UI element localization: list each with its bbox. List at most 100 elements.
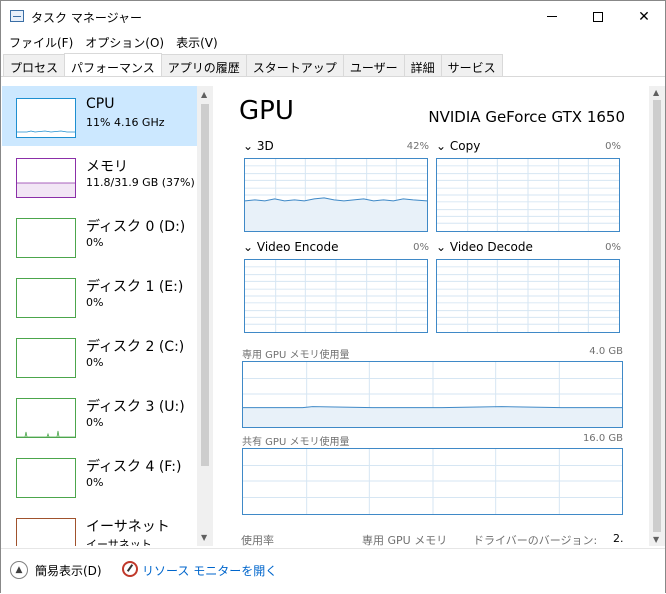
sidebar-item-value: 0% [86,356,104,369]
chevron-down-icon: ⌄ [243,240,254,254]
window-title: タスク マネージャー [31,11,142,25]
maximize-icon [593,11,603,22]
detail-panel-scrollbar[interactable]: ▲ ▼ [649,86,665,546]
menu-options[interactable]: オプション(O) [79,32,170,52]
menu-bar: ファイル(F) オプション(O) 表示(V) [1,32,665,52]
sidebar-item-disk-0[interactable]: ディスク 0 (D:) 0% [2,206,198,266]
engine-video-encode-selector[interactable]: ⌄ Video Encode [243,240,338,254]
task-manager-icon [10,10,24,22]
engine-video-decode-graph [436,259,620,333]
engine-copy-graph [436,158,620,232]
title-bar: タスク マネージャー ✕ [1,1,665,32]
chevron-down-icon: ⌄ [243,139,254,153]
engine-video-decode-selector[interactable]: ⌄ Video Decode [436,240,533,254]
fewer-details-button[interactable]: 簡易表示(D) [35,562,102,579]
open-resource-monitor-link[interactable]: リソース モニターを開く [142,562,277,579]
sidebar-item-label: メモリ [86,159,128,175]
close-icon: ✕ [638,8,650,25]
engine-value: 42% [406,141,429,152]
tab-performance[interactable]: パフォーマンス [64,53,162,76]
chevron-down-icon: ⌄ [436,139,447,153]
minimize-button[interactable] [529,1,575,32]
gpu-model-name: NVIDIA GeForce GTX 1650 [428,108,625,126]
disk-1-thumbnail-graph [16,278,76,318]
scroll-down-icon[interactable]: ▼ [653,535,659,544]
shared-memory-label: 共有 GPU メモリ使用量 [242,437,350,448]
disk-4-thumbnail-graph [16,458,76,498]
resource-monitor-icon [122,561,138,577]
scroll-down-icon[interactable]: ▼ [201,533,207,542]
disk-0-thumbnail-graph [16,218,76,258]
engine-3d-graph [244,158,428,232]
shared-memory-max: 16.0 GB [582,433,623,444]
scrollbar-thumb[interactable] [653,100,661,532]
sidebar-item-disk-4[interactable]: ディスク 4 (F:) 0% [2,446,198,506]
stat-driver-version-label: ドライバーのバージョン: [473,534,598,547]
tab-users[interactable]: ユーザー [342,54,405,76]
minimize-icon [547,16,557,17]
sidebar-item-disk-1[interactable]: ディスク 1 (E:) 0% [2,266,198,326]
tab-bar: プロセス パフォーマンス アプリの履歴 スタートアップ ユーザー 詳細 サービス [1,53,665,77]
task-manager-window: タスク マネージャー ✕ ファイル(F) オプション(O) 表示(V) プロセス… [0,0,666,594]
sidebar-item-value: 0% [86,296,104,309]
sidebar-item-value: 0% [86,476,104,489]
shared-memory-graph [242,448,623,515]
sidebar-item-value: 11% 4.16 GHz [86,116,165,129]
sidebar-item-value: 11.8/31.9 GB (37%) [86,176,195,189]
sidebar-item-label: ディスク 4 (F:) [86,459,182,475]
gpu-detail-panel: GPU NVIDIA GeForce GTX 1650 ⌄ 3D 42% ⌄ C… [215,86,649,547]
stat-driver-version-value: 2. [613,532,624,545]
menu-file[interactable]: ファイル(F) [3,32,79,52]
menu-view[interactable]: 表示(V) [170,32,224,52]
sidebar-item-memory[interactable]: メモリ 11.8/31.9 GB (37%) [2,146,198,206]
ethernet-thumbnail-graph [16,518,76,546]
sidebar-item-label: ディスク 0 (D:) [86,219,186,235]
engine-label: 3D [256,139,274,153]
footer-bar: ▲ 簡易表示(D) リソース モニターを開く [1,548,665,594]
sidebar-item-disk-2[interactable]: ディスク 2 (C:) 0% [2,326,198,386]
sidebar-item-label: ディスク 1 (E:) [86,279,184,295]
engine-copy-selector[interactable]: ⌄ Copy [436,139,480,153]
scroll-up-icon[interactable]: ▲ [653,88,659,97]
maximize-button[interactable] [575,1,621,32]
sidebar-item-label: ディスク 3 (U:) [86,399,185,415]
disk-3-thumbnail-graph [16,398,76,438]
engine-value: 0% [605,141,621,152]
stat-usage-label: 使用率 [241,534,274,547]
sidebar-item-label: イーサネット [86,519,170,535]
sidebar-item-disk-3[interactable]: ディスク 3 (U:) 0% [2,386,198,446]
tab-details[interactable]: 詳細 [403,54,442,76]
disk-2-thumbnail-graph [16,338,76,378]
sidebar-item-ethernet[interactable]: イーサネット イーサネット [2,506,198,546]
resource-list-scrollbar[interactable]: ▲ ▼ [197,86,213,546]
cpu-thumbnail-graph [16,98,76,138]
tab-services[interactable]: サービス [440,54,503,76]
sidebar-item-label: CPU [86,96,115,112]
engine-value: 0% [605,242,621,253]
resource-list: CPU 11% 4.16 GHz メモリ 11.8/31.9 GB (37%) … [2,86,214,546]
engine-video-encode-graph [244,259,428,333]
dedicated-memory-max: 4.0 GB [589,346,623,357]
chevron-up-icon[interactable]: ▲ [10,561,28,579]
close-button[interactable]: ✕ [621,1,666,32]
scrollbar-thumb[interactable] [201,104,209,466]
sidebar-item-value: 0% [86,236,104,249]
tab-processes[interactable]: プロセス [3,54,66,76]
tab-startup[interactable]: スタートアップ [245,54,344,76]
sidebar-item-value: 0% [86,416,104,429]
engine-label: Video Encode [256,240,339,254]
engine-label: Video Decode [449,240,533,254]
stat-dedicated-memory-label: 専用 GPU メモリ [362,534,448,547]
engine-3d-selector[interactable]: ⌄ 3D [243,139,274,153]
sidebar-item-value: イーサネット [86,538,152,546]
scroll-up-icon[interactable]: ▲ [201,90,207,99]
engine-value: 0% [413,242,429,253]
sidebar-item-cpu[interactable]: CPU 11% 4.16 GHz [2,86,198,146]
engine-label: Copy [449,139,481,153]
memory-thumbnail-graph [16,158,76,198]
sidebar-item-label: ディスク 2 (C:) [86,339,185,355]
chevron-down-icon: ⌄ [436,240,447,254]
page-title: GPU [239,96,294,126]
dedicated-memory-graph [242,361,623,428]
tab-app-history[interactable]: アプリの履歴 [160,54,247,76]
